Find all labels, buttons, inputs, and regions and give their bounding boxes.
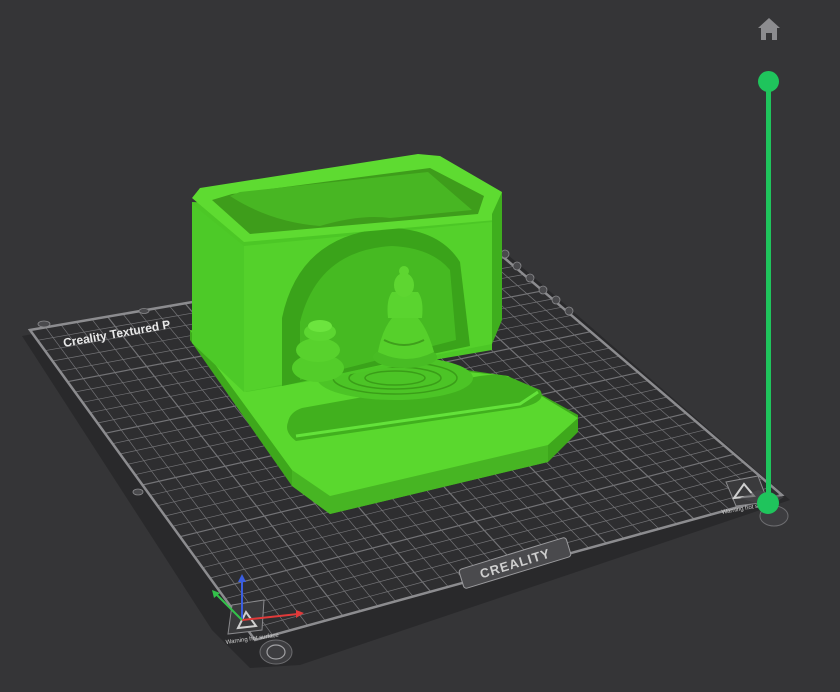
3d-viewport[interactable]: Creality Textured P CREALITY Warning hot… [0, 0, 840, 692]
layer-slider-track[interactable] [766, 82, 771, 506]
layer-slider-upper-handle[interactable] [758, 71, 779, 92]
layer-slider-lower-handle[interactable] [757, 492, 779, 514]
home-icon [758, 18, 780, 40]
home-view-button[interactable] [754, 14, 784, 44]
